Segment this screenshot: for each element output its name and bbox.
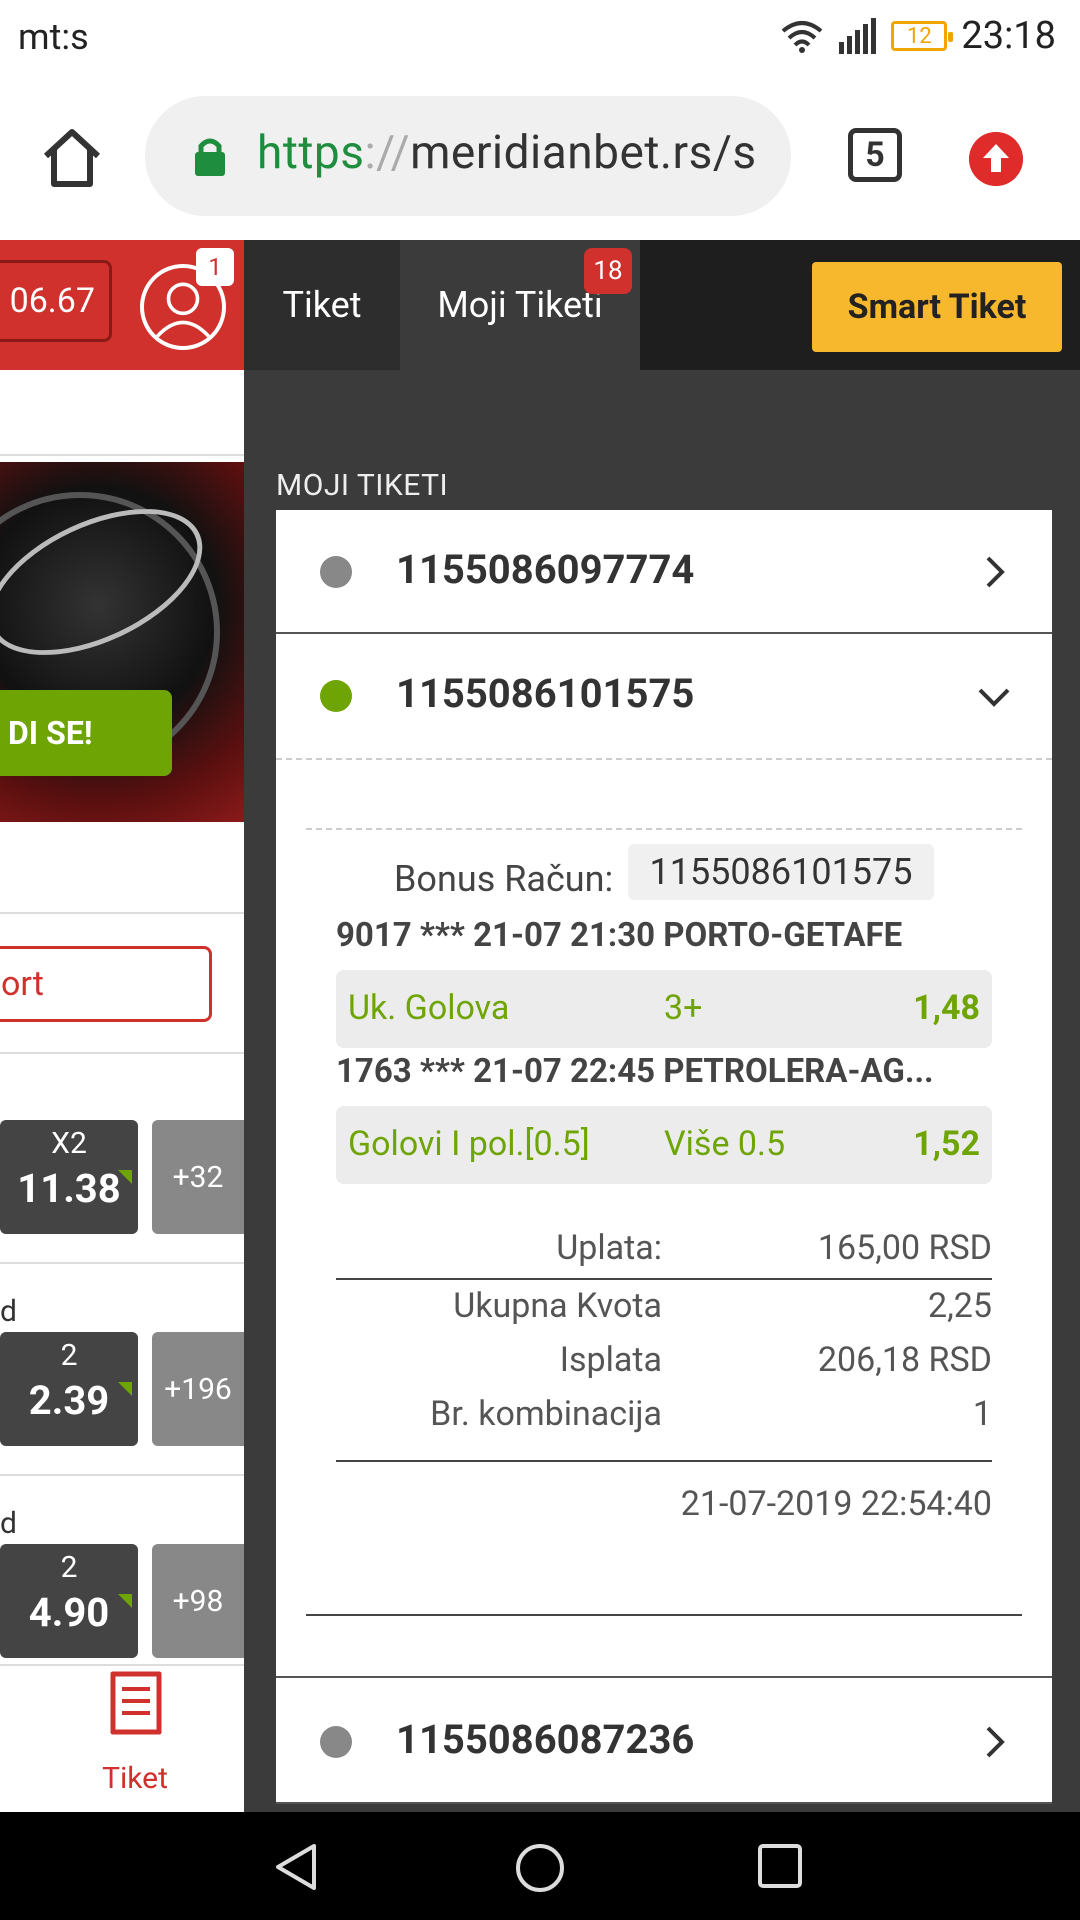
url-text: https://meridianbet.rs/s (257, 126, 757, 180)
pick-market: Golovi I pol.[0.5] (348, 1124, 590, 1164)
ticket-icon (110, 1671, 162, 1735)
wifi-icon (782, 21, 823, 53)
odd-trend-icon (118, 1170, 132, 1184)
battery-icon: 12 (891, 21, 954, 51)
pick-market: Uk. Golova (348, 988, 510, 1028)
browser-toolbar: https://meridianbet.rs/s 5 (0, 76, 1080, 240)
more-markets-button[interactable]: +98 (152, 1544, 244, 1658)
divider (306, 1614, 1022, 1616)
odd-label: 2 (60, 1338, 78, 1373)
match-title: 9017 *** 21-07 21:30 PORTO-GETAFE (336, 916, 903, 955)
ticket-details: Bonus Račun: 1155086101575 9017 *** 21-0… (276, 758, 1052, 1678)
address-bar[interactable]: https://meridianbet.rs/s (145, 96, 791, 216)
summary-kvota: Ukupna Kvota 2,25 (336, 1286, 992, 1336)
notification-badge: 1 (196, 248, 234, 286)
pick-selection: 3+ (664, 988, 703, 1028)
clock: 23:18 (961, 14, 1056, 58)
row-label: d (0, 1294, 17, 1329)
ticket-timestamp: 21-07-2019 22:54:40 (680, 1484, 992, 1524)
bonus-value: 1155086101575 (628, 844, 934, 900)
section-title: MOJI TIKETI (276, 468, 449, 503)
pick-odd: 1,52 (913, 1124, 980, 1164)
ticket-number: 1155086097774 (396, 546, 695, 593)
match-title: 1763 *** 21-07 22:45 PETROLERA-AG... (336, 1052, 934, 1091)
odd-cell[interactable]: 2 2.39 (0, 1332, 138, 1446)
divider (0, 1664, 244, 1666)
carrier-label: mt:s (18, 16, 89, 58)
status-dot-icon (320, 1726, 352, 1758)
back-icon[interactable] (272, 1842, 322, 1892)
status-bar: mt:s 12 23:18 (0, 0, 1080, 76)
lock-icon (195, 138, 225, 176)
home-icon[interactable] (40, 126, 104, 190)
divider (276, 758, 1052, 760)
divider (0, 1474, 244, 1476)
odd-trend-icon (118, 1594, 132, 1608)
odd-cell[interactable]: X2 11.38 (0, 1120, 138, 1234)
pick-selection: Više 0.5 (664, 1124, 786, 1164)
summary-value: 1 (972, 1394, 992, 1434)
summary-key: Isplata (559, 1340, 662, 1380)
chevron-right-icon (986, 556, 1005, 588)
update-icon[interactable] (969, 132, 1023, 186)
divider (0, 454, 244, 456)
summary-value: 206,18 RSD (817, 1340, 992, 1380)
smart-tiket-button[interactable]: Smart Tiket (812, 262, 1062, 352)
divider (336, 1278, 992, 1280)
tab-switcher-button[interactable]: 5 (848, 128, 902, 182)
sport-button[interactable]: ort (0, 946, 212, 1022)
summary-key: Uplata: (556, 1228, 662, 1268)
ticket-list: 1155086097774 1155086101575 Bonus Račun:… (276, 510, 1052, 1804)
divider (0, 1052, 244, 1054)
ticket-number: 1155086087236 (396, 1716, 695, 1763)
account-header: 06.67 1 (0, 240, 244, 370)
tickets-count-badge: 18 (584, 248, 632, 294)
summary-kombinacija: Br. kombinacija 1 (336, 1394, 992, 1444)
battery-level: 12 (906, 23, 932, 49)
tiket-nav-label: Tiket (102, 1761, 168, 1796)
divider (336, 1460, 992, 1462)
bonus-label: Bonus Račun: (394, 858, 614, 900)
banner-cta-button[interactable]: DI SE! (0, 690, 172, 776)
recents-icon[interactable] (756, 1842, 804, 1890)
home-nav-icon[interactable] (514, 1842, 566, 1894)
odd-label: 2 (60, 1550, 78, 1585)
ticket-tabs: Tiket Moji Tiketi 18 Smart Tiket (244, 240, 1080, 370)
balance-button[interactable]: 06.67 (0, 260, 112, 342)
ticket-number: 1155086101575 (396, 670, 695, 717)
system-nav-bar (0, 1812, 1080, 1920)
chevron-down-icon (978, 688, 1010, 707)
summary-uplata: Uplata: 165,00 RSD (336, 1228, 992, 1278)
pick-row: Uk. Golova 3+ 1,48 (336, 970, 992, 1048)
pick-odd: 1,48 (913, 988, 980, 1028)
divider (0, 1262, 244, 1264)
odd-cell[interactable]: 2 4.90 (0, 1544, 138, 1658)
row-label: d (0, 1506, 17, 1541)
divider (306, 828, 1022, 830)
tiket-nav-button[interactable]: Tiket (0, 1671, 244, 1812)
ticket-row-expanded[interactable]: 1155086101575 (276, 634, 1052, 758)
ticket-row[interactable]: 1155086087236 (276, 1680, 1052, 1804)
pick-row: Golovi I pol.[0.5] Više 0.5 1,52 (336, 1106, 992, 1184)
summary-key: Br. kombinacija (430, 1394, 662, 1434)
summary-isplata: Isplata 206,18 RSD (336, 1340, 992, 1390)
chevron-right-icon (986, 1726, 1005, 1758)
status-dot-icon (320, 680, 352, 712)
more-markets-button[interactable]: +196 (152, 1332, 244, 1446)
odd-trend-icon (118, 1382, 132, 1396)
ticket-panel: Tiket Moji Tiketi 18 Smart Tiket MOJI TI… (244, 240, 1080, 1812)
odd-label: X2 (51, 1126, 87, 1161)
status-dot-icon (320, 556, 352, 588)
summary-key: Ukupna Kvota (453, 1286, 662, 1326)
left-panel: 06.67 1 DI SE! ort X2 11.38 +32 d 2 2.39… (0, 240, 244, 1812)
tab-tiket[interactable]: Tiket (244, 240, 400, 370)
summary-value: 165,00 RSD (817, 1228, 992, 1268)
ticket-row[interactable]: 1155086097774 (276, 510, 1052, 634)
more-markets-button[interactable]: +32 (152, 1120, 244, 1234)
divider (0, 912, 244, 914)
summary-value: 2,25 (927, 1286, 992, 1326)
signal-icon (839, 18, 877, 54)
